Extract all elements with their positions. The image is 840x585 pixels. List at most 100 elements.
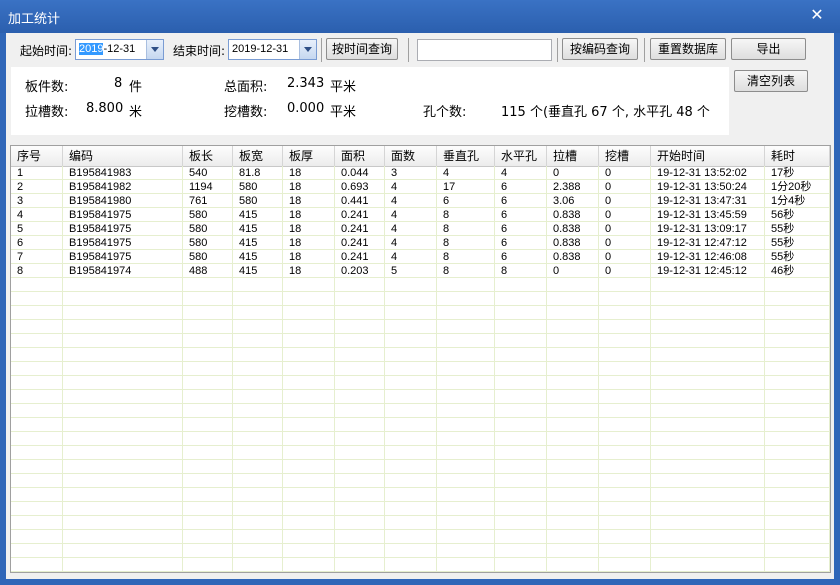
grid-vline (650, 166, 651, 572)
grid-hline (11, 361, 830, 362)
grid-hline (11, 235, 830, 236)
stats-panel: 板件数: 8 件 总面积: 2.343 平米 拉槽数: 8.800 米 挖槽数:… (11, 67, 729, 135)
grid-vline (598, 166, 599, 572)
table-cell: 5 (391, 265, 398, 277)
chevron-down-icon[interactable] (146, 40, 163, 59)
separator (644, 38, 645, 62)
table-cell: 19-12-31 13:09:17 (657, 223, 747, 235)
table-row[interactable]: 1 B195841983 540 81.8 18 0.044 3 4 4 0 0 19-12-31 1… (11, 166, 830, 180)
column-header[interactable]: 垂直孔 (437, 146, 495, 166)
column-header[interactable]: 编码 (63, 146, 183, 166)
column-header[interactable]: 面积 (335, 146, 385, 166)
grid-header: 序号 编码 板长 板宽 板厚 面积 面数 垂直孔 水平孔 拉槽 挖槽 开始时间 耗时 (11, 146, 830, 167)
table-cell: 18 (289, 223, 302, 235)
table-row[interactable]: 7 B195841975 580 415 18 0.241 4 8 6 0.838 0 19-12-3… (11, 250, 830, 264)
table-cell: 0 (553, 265, 560, 277)
table-cell: 18 (289, 167, 302, 179)
grid-vline (764, 166, 765, 572)
table-cell: 0 (605, 195, 612, 207)
table-cell: 415 (239, 251, 258, 263)
table-cell: 0 (605, 181, 612, 193)
table-cell: 4 (391, 181, 398, 193)
window-title: 加工统计 (8, 12, 61, 27)
column-header[interactable]: 耗时 (765, 146, 830, 166)
end-date-value: 2019-12-31 (232, 43, 289, 55)
table-cell: 0.838 (553, 237, 581, 249)
table-cell: B195841982 (69, 181, 132, 193)
start-date-rest: -12-31 (103, 43, 136, 55)
column-header[interactable]: 水平孔 (495, 146, 547, 166)
title-bar: 加工统计 ✕ (0, 0, 840, 33)
table-row[interactable]: 2 B195841982 1194 580 18 0.693 4 17 6 2.388 0 19-12… (11, 180, 830, 194)
table-cell: B195841980 (69, 195, 132, 207)
table-cell: B195841974 (69, 265, 132, 277)
table-row[interactable]: 5 B195841975 580 415 18 0.241 4 8 6 0.838 0 19-12-3… (11, 222, 830, 236)
table-cell: 18 (289, 265, 302, 277)
table-cell: 19-12-31 13:50:24 (657, 181, 747, 193)
table-cell: 0.241 (341, 223, 369, 235)
table-row[interactable]: 8 B195841974 488 415 18 0.203 5 8 8 0 0 19-12-31 12… (11, 264, 830, 278)
table-cell: 0.838 (553, 251, 581, 263)
code-input[interactable] (417, 39, 552, 61)
table-cell: 19-12-31 13:47:31 (657, 195, 747, 207)
column-header[interactable]: 板厚 (283, 146, 335, 166)
start-date-picker[interactable]: 2019-12-31 (75, 39, 164, 60)
table-cell: 8 (443, 209, 450, 221)
table-cell: 6 (501, 223, 508, 235)
grid-hline (11, 389, 830, 390)
column-header[interactable]: 板长 (183, 146, 233, 166)
table-cell: 2.388 (553, 181, 581, 193)
end-date-picker[interactable]: 2019-12-31 (228, 39, 317, 60)
table-cell: 3 (391, 167, 398, 179)
table-cell: 4 (391, 237, 398, 249)
column-header[interactable]: 面数 (385, 146, 437, 166)
table-row[interactable]: 4 B195841975 580 415 18 0.241 4 8 6 0.838 0 19-12-3… (11, 208, 830, 222)
clear-list-button[interactable]: 清空列表 (734, 70, 808, 92)
table-cell: 6 (501, 195, 508, 207)
table-cell: 6 (443, 195, 450, 207)
query-by-code-button[interactable]: 按编码查询 (562, 38, 638, 60)
table-cell: 6 (501, 251, 508, 263)
column-header[interactable]: 挖槽 (599, 146, 651, 166)
table-cell: 580 (189, 251, 208, 263)
table-row[interactable]: 3 B195841980 761 580 18 0.441 4 6 6 3.06 0 19-12-31… (11, 194, 830, 208)
table-cell: 0.241 (341, 251, 369, 263)
table-cell: 0.838 (553, 223, 581, 235)
table-cell: 8 (17, 265, 24, 277)
table-cell: 6 (501, 237, 508, 249)
grid-hline (11, 375, 830, 376)
table-cell: 415 (239, 265, 258, 277)
table-cell: 46秒 (771, 265, 795, 277)
separator (321, 38, 322, 62)
table-cell: 19-12-31 12:46:08 (657, 251, 747, 263)
table-cell: 18 (289, 195, 302, 207)
table-cell: 488 (189, 265, 208, 277)
column-header[interactable]: 开始时间 (651, 146, 765, 166)
grid-hline (11, 263, 830, 264)
table-cell: 4 (391, 195, 398, 207)
query-by-time-button[interactable]: 按时间查询 (326, 38, 398, 60)
table-cell: 415 (239, 237, 258, 249)
table-cell: 3 (17, 195, 24, 207)
table-cell: 0 (553, 167, 560, 179)
table-cell: 2 (17, 181, 24, 193)
grid-hline (11, 529, 830, 530)
grid-hline (11, 473, 830, 474)
table-row[interactable]: 6 B195841975 580 415 18 0.241 4 8 6 0.838 0 19-12-3… (11, 236, 830, 250)
data-grid[interactable]: 序号 编码 板长 板宽 板厚 面积 面数 垂直孔 水平孔 拉槽 挖槽 开始时间 耗时 1 B1958419… (10, 145, 831, 573)
export-button[interactable]: 导出 (731, 38, 806, 60)
groove-label: 拉槽数: (25, 105, 69, 120)
column-header[interactable]: 序号 (11, 146, 63, 166)
table-cell: 761 (189, 195, 208, 207)
chevron-down-icon[interactable] (299, 40, 316, 59)
grid-vline (436, 166, 437, 572)
reset-database-button[interactable]: 重置数据库 (650, 38, 726, 60)
table-cell: 4 (391, 251, 398, 263)
grid-hline (11, 207, 830, 208)
table-cell: 580 (189, 237, 208, 249)
column-header[interactable]: 板宽 (233, 146, 283, 166)
groove-unit: 米 (129, 105, 143, 120)
grid-vline (546, 166, 547, 572)
close-icon[interactable]: ✕ (808, 6, 826, 24)
column-header[interactable]: 拉槽 (547, 146, 599, 166)
